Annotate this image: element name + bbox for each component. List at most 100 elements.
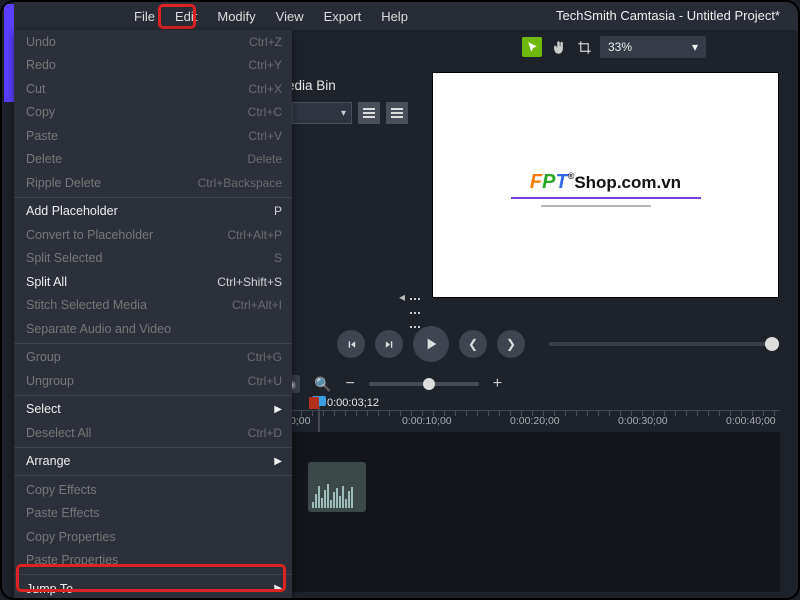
menu-item-arrange[interactable]: Arrange▶ bbox=[14, 450, 292, 474]
next-frame-button[interactable] bbox=[375, 330, 403, 358]
menu-item-label: Cut bbox=[26, 82, 248, 96]
menu-item-ungroup: UngroupCtrl+U bbox=[14, 369, 292, 393]
canvas-zoom-value: 33% bbox=[608, 40, 632, 54]
menu-item-label: Undo bbox=[26, 35, 249, 49]
prev-marker-button[interactable]: ❮ bbox=[459, 330, 487, 358]
menu-item-select[interactable]: Select▶ bbox=[14, 398, 292, 422]
menu-item-shortcut: Ctrl+Alt+I bbox=[232, 298, 282, 312]
menu-item-shortcut: Ctrl+G bbox=[247, 350, 282, 364]
ruler-tick: 0:00:10;00 bbox=[402, 415, 452, 427]
select-tool-icon[interactable] bbox=[522, 37, 542, 57]
menu-item-ripple-delete: Ripple DeleteCtrl+Backspace bbox=[14, 171, 292, 195]
menu-item-shortcut: Ctrl+X bbox=[248, 82, 282, 96]
menu-item-shortcut: Ctrl+D bbox=[248, 426, 282, 440]
menu-item-label: Jump To bbox=[26, 582, 274, 596]
menu-item-split-selected: Split SelectedS bbox=[14, 247, 292, 271]
zoom-out-icon[interactable]: − bbox=[345, 375, 354, 393]
media-bin-toolbar: ▾ bbox=[292, 102, 408, 124]
menu-item-shortcut: Ctrl+Alt+P bbox=[227, 228, 282, 242]
play-button[interactable] bbox=[413, 326, 449, 362]
grid-view-toggle[interactable]: ◂ bbox=[399, 290, 423, 304]
timeline-zoom-handle[interactable] bbox=[423, 378, 435, 390]
menu-item-separate-audio-and-video: Separate Audio and Video bbox=[14, 317, 292, 341]
timeline-ruler[interactable]: 0;000:00:10;000:00:20;000:00:30;000:00:4… bbox=[282, 410, 780, 430]
grid-icon bbox=[409, 290, 423, 304]
chevron-right-icon: ▶ bbox=[274, 583, 282, 594]
next-marker-button[interactable]: ❯ bbox=[497, 330, 525, 358]
timeline-zoom-slider[interactable] bbox=[369, 382, 479, 386]
crop-tool-icon[interactable] bbox=[574, 37, 594, 57]
view-list-icon[interactable] bbox=[358, 102, 380, 124]
left-accent bbox=[4, 4, 14, 102]
menu-item-jump-to[interactable]: Jump To▶ bbox=[14, 577, 292, 600]
preview-logo: FPT®Shop.com.vn bbox=[433, 171, 778, 194]
chevron-right-icon: ▶ bbox=[274, 456, 282, 467]
menu-item-convert-to-placeholder: Convert to PlaceholderCtrl+Alt+P bbox=[14, 223, 292, 247]
menu-file[interactable]: File bbox=[124, 5, 165, 28]
menu-item-label: Redo bbox=[26, 58, 248, 72]
menu-item-copy: CopyCtrl+C bbox=[14, 101, 292, 125]
menu-item-deselect-all: Deselect AllCtrl+D bbox=[14, 421, 292, 445]
record-indicator-icon bbox=[309, 397, 319, 409]
menu-item-shortcut: S bbox=[274, 251, 282, 265]
menu-item-label: Delete bbox=[26, 152, 247, 166]
menu-item-undo: UndoCtrl+Z bbox=[14, 30, 292, 54]
menu-item-label: Split Selected bbox=[26, 251, 274, 265]
menu-item-label: Select bbox=[26, 402, 274, 416]
media-bin-dropdown[interactable]: ▾ bbox=[292, 102, 352, 124]
timeline-clip[interactable] bbox=[308, 462, 366, 512]
menu-item-label: Copy Effects bbox=[26, 483, 282, 497]
menu-item-copy-properties: Copy Properties bbox=[14, 525, 292, 549]
menu-item-label: Copy bbox=[26, 105, 248, 119]
search-icon[interactable]: 🔍 bbox=[314, 376, 331, 393]
ruler-tick: 0;00 bbox=[290, 415, 310, 427]
menu-item-label: Deselect All bbox=[26, 426, 248, 440]
menu-item-label: Copy Properties bbox=[26, 530, 282, 544]
menu-item-label: Add Placeholder bbox=[26, 204, 274, 218]
menu-item-shortcut: Ctrl+U bbox=[248, 374, 282, 388]
menu-item-label: Ripple Delete bbox=[26, 176, 198, 190]
menu-item-paste: PasteCtrl+V bbox=[14, 124, 292, 148]
edit-menu-dropdown: UndoCtrl+ZRedoCtrl+YCutCtrl+XCopyCtrl+CP… bbox=[14, 30, 292, 600]
pan-tool-icon[interactable] bbox=[548, 37, 568, 57]
menu-item-shortcut: Ctrl+C bbox=[248, 105, 282, 119]
menu-export[interactable]: Export bbox=[314, 5, 372, 28]
menu-item-paste-effects: Paste Effects bbox=[14, 502, 292, 526]
menu-view[interactable]: View bbox=[266, 5, 314, 28]
menu-item-redo: RedoCtrl+Y bbox=[14, 54, 292, 78]
window-title: TechSmith Camtasia - Untitled Project* bbox=[556, 8, 780, 23]
view-details-icon[interactable] bbox=[386, 102, 408, 124]
menu-item-label: Group bbox=[26, 350, 247, 364]
seek-handle[interactable] bbox=[765, 337, 779, 351]
menu-edit[interactable]: Edit bbox=[165, 5, 207, 28]
timeline-tracks[interactable] bbox=[282, 432, 780, 592]
menu-item-copy-effects: Copy Effects bbox=[14, 478, 292, 502]
menu-item-shortcut: P bbox=[274, 204, 282, 218]
canvas-preview[interactable]: FPT®Shop.com.vn bbox=[432, 72, 779, 298]
prev-frame-button[interactable] bbox=[337, 330, 365, 358]
menu-item-split-all[interactable]: Split AllCtrl+Shift+S bbox=[14, 270, 292, 294]
menu-help[interactable]: Help bbox=[371, 5, 418, 28]
ruler-tick: 0:00:40;00 bbox=[726, 415, 776, 427]
canvas-tools: 33% ▾ bbox=[522, 36, 706, 58]
menu-item-label: Paste bbox=[26, 129, 248, 143]
menu-item-cut: CutCtrl+X bbox=[14, 77, 292, 101]
menu-item-stitch-selected-media: Stitch Selected MediaCtrl+Alt+I bbox=[14, 294, 292, 318]
menu-item-label: Stitch Selected Media bbox=[26, 298, 232, 312]
app-window: FileEditModifyViewExportHelp TechSmith C… bbox=[0, 0, 800, 600]
menu-item-add-placeholder[interactable]: Add PlaceholderP bbox=[14, 200, 292, 224]
menu-item-delete: DeleteDelete bbox=[14, 148, 292, 172]
chevron-left-icon: ◂ bbox=[399, 290, 405, 304]
zoom-in-icon[interactable]: + bbox=[493, 375, 502, 393]
media-bin-label: edia Bin bbox=[287, 78, 336, 93]
menu-item-shortcut: Ctrl+Y bbox=[248, 58, 282, 72]
waveform-icon bbox=[312, 484, 362, 508]
menu-item-shortcut: Ctrl+V bbox=[248, 129, 282, 143]
seek-slider[interactable] bbox=[549, 342, 773, 346]
canvas-zoom-dropdown[interactable]: 33% ▾ bbox=[600, 36, 706, 58]
menu-item-label: Paste Properties bbox=[26, 553, 282, 567]
logo-underline-2 bbox=[541, 205, 651, 207]
menu-modify[interactable]: Modify bbox=[207, 5, 265, 28]
menu-item-shortcut: Delete bbox=[247, 152, 282, 166]
menu-item-group: GroupCtrl+G bbox=[14, 346, 292, 370]
